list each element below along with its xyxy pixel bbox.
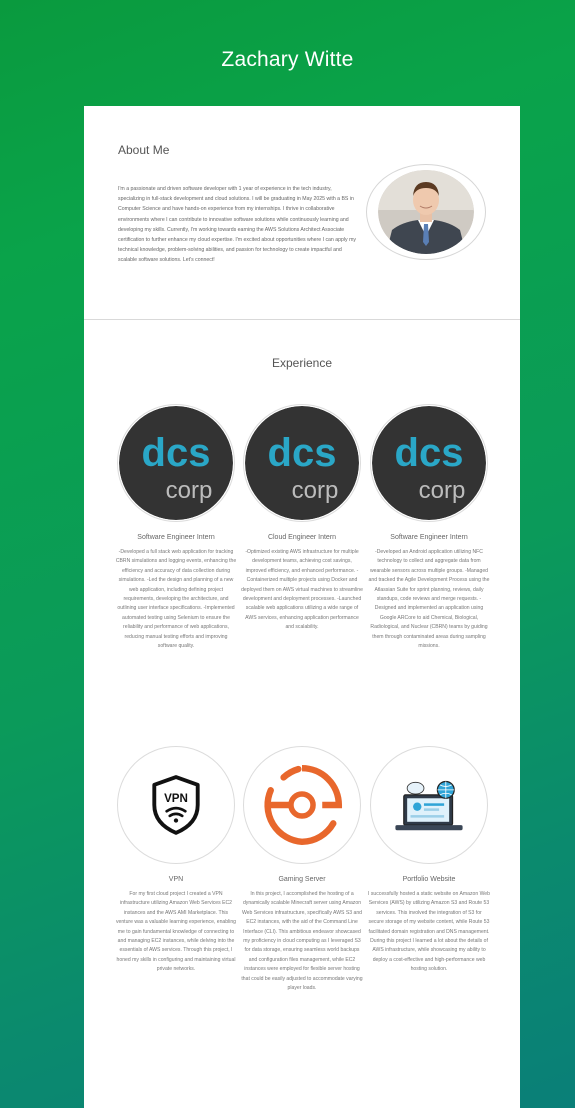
project-item: Gaming Server In this project, I accompl… — [239, 746, 365, 993]
experience-item: dcs corp Software Engineer Intern -Devel… — [113, 404, 239, 651]
experience-logo-frame: dcs corp — [117, 404, 235, 522]
svg-text:dcs: dcs — [268, 431, 337, 475]
website-monitor-icon — [395, 780, 463, 831]
project-description: I successfully hosted a static website o… — [368, 891, 490, 973]
dcs-corp-logo: dcs corp — [372, 406, 486, 520]
experience-title: Software Engineer Intern — [390, 534, 468, 541]
experience-logo-frame: dcs corp — [370, 404, 488, 522]
svg-text:corp: corp — [419, 477, 466, 504]
experience-item: dcs corp Cloud Engineer Intern -Optimize… — [239, 404, 365, 633]
profile-photo — [378, 170, 474, 254]
project-item: Portfolio Website I successfully hosted … — [366, 746, 492, 975]
about-text: I'm a passionate and driven software dev… — [118, 186, 357, 264]
svg-text:corp: corp — [292, 477, 339, 504]
site-title: Zachary Witte — [221, 48, 354, 71]
experience-description: -Developed a full stack web application … — [115, 549, 237, 650]
dcs-corp-logo: dcs corp — [119, 406, 233, 520]
svg-text:corp: corp — [166, 477, 213, 504]
experience-logo-frame: dcs corp — [243, 404, 361, 522]
experience-description: -Optimized existing AWS infrastructure f… — [241, 549, 363, 631]
about-heading: About Me — [118, 143, 170, 157]
profile-photo-frame — [366, 164, 486, 260]
dcs-corp-logo: dcs corp — [245, 406, 359, 520]
experience-title: Cloud Engineer Intern — [267, 534, 337, 541]
experience-item: dcs corp Software Engineer Intern -Devel… — [366, 404, 492, 651]
project-logo-frame — [370, 746, 488, 864]
project-item: VPN VPN For my first cloud project I cre… — [113, 746, 239, 975]
project-description: For my first cloud project I created a V… — [115, 891, 237, 973]
svg-text:dcs: dcs — [142, 431, 211, 475]
svg-text:dcs: dcs — [395, 431, 464, 475]
vpn-logo-text: VPN — [164, 792, 188, 805]
vpn-shield-icon: VPN — [152, 775, 200, 835]
experience-title: Software Engineer Intern — [137, 534, 215, 541]
experience-heading: Experience — [271, 356, 333, 370]
project-logo-frame — [243, 746, 361, 864]
game-server-icon — [264, 764, 343, 846]
project-description: In this project, I accomplished the host… — [241, 891, 363, 992]
project-title: Portfolio Website — [402, 876, 456, 883]
about-section: About Me I'm a passionate and driven sof… — [84, 106, 520, 320]
project-title: Gaming Server — [278, 876, 326, 883]
experience-description: -Developed an Android application utiliz… — [368, 549, 490, 650]
project-logo-frame: VPN — [117, 746, 235, 864]
project-title: VPN — [168, 876, 184, 883]
content-card: About Me I'm a passionate and driven sof… — [84, 106, 520, 1108]
